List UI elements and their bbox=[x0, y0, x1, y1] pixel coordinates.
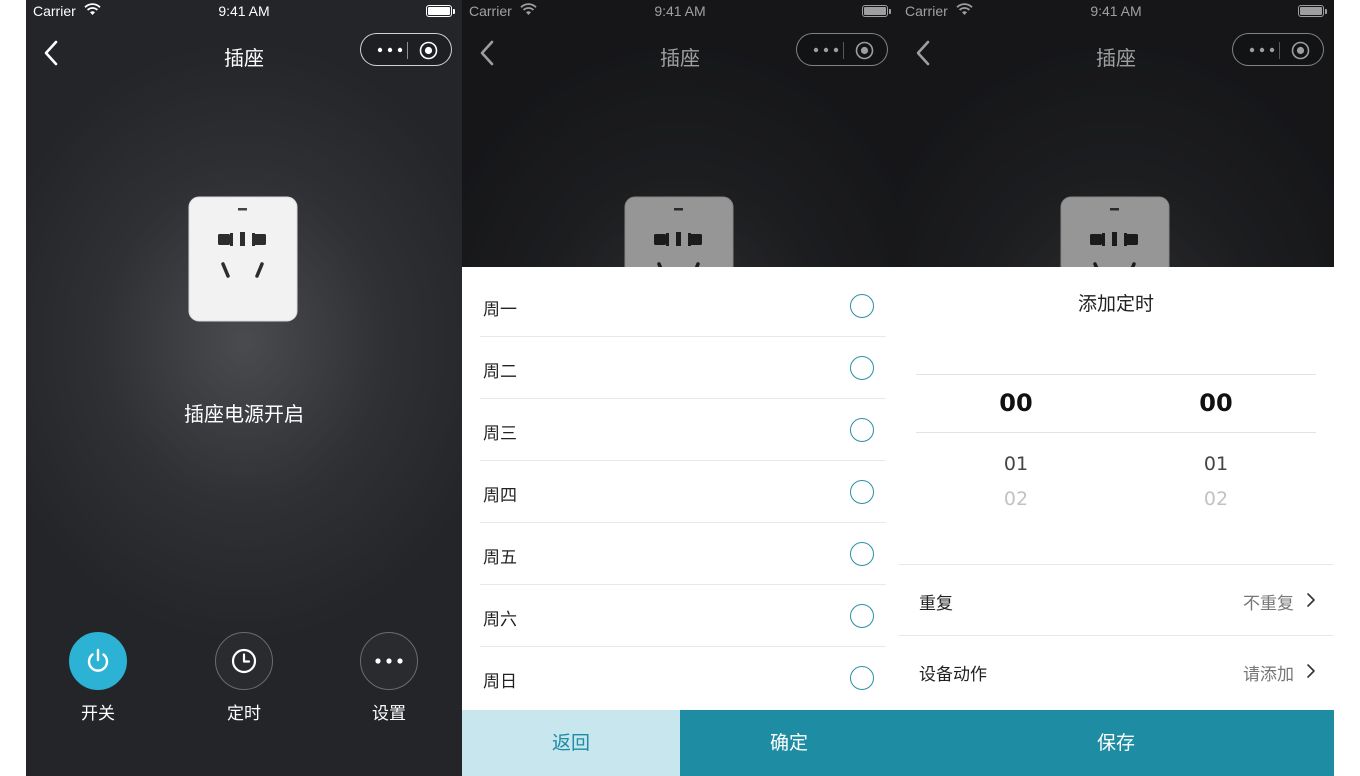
repeat-value: 不重复 bbox=[1243, 594, 1294, 614]
hour-option[interactable]: 02 bbox=[966, 488, 1066, 510]
back-button[interactable]: 返回 bbox=[462, 710, 680, 776]
power-icon bbox=[87, 648, 109, 672]
day-row-mon[interactable]: 周一 bbox=[480, 275, 886, 337]
minute-option[interactable]: 02 bbox=[1166, 488, 1266, 510]
clock-time: 9:41 AM bbox=[218, 3, 270, 19]
add-timer-sheet: 添加定时 00 01 02 00 01 02 重复 不重复 设备动作 请添加 保… bbox=[898, 267, 1334, 776]
repeat-row[interactable]: 重复 不重复 bbox=[898, 564, 1334, 635]
capsule-divider bbox=[407, 42, 408, 59]
save-button[interactable]: 保存 bbox=[898, 710, 1334, 776]
add-timer-screen: Carrier 9:41 AM 插座 添加定时 00 01 02 00 01 0… bbox=[898, 0, 1334, 776]
day-label: 周二 bbox=[483, 362, 517, 382]
chevron-right-icon bbox=[1307, 593, 1315, 607]
day-radio[interactable] bbox=[850, 604, 874, 628]
day-radio[interactable] bbox=[850, 666, 874, 690]
settings-button[interactable] bbox=[360, 632, 418, 690]
repeat-label: 重复 bbox=[919, 594, 953, 614]
day-label: 周三 bbox=[483, 424, 517, 444]
timer-button[interactable] bbox=[215, 632, 273, 690]
repeat-day-sheet: 周一 周二 周三 周四 周五 周六 周日 返回 确定 bbox=[462, 267, 898, 776]
power-button[interactable] bbox=[69, 632, 127, 690]
timer-control[interactable]: 定时 bbox=[189, 632, 299, 724]
day-radio[interactable] bbox=[850, 294, 874, 318]
sheet-title: 添加定时 bbox=[1077, 293, 1154, 315]
day-radio[interactable] bbox=[850, 356, 874, 380]
day-radio[interactable] bbox=[850, 480, 874, 504]
minute-option[interactable]: 01 bbox=[1166, 453, 1266, 475]
power-status-text: 插座电源开启 bbox=[184, 402, 304, 426]
day-row-fri[interactable]: 周五 bbox=[480, 523, 886, 585]
hour-option[interactable]: 01 bbox=[966, 453, 1066, 475]
battery-icon bbox=[426, 5, 455, 17]
day-row-sun[interactable]: 周日 bbox=[480, 647, 886, 709]
day-label: 周一 bbox=[483, 300, 517, 320]
day-radio[interactable] bbox=[850, 418, 874, 442]
day-row-sat[interactable]: 周六 bbox=[480, 585, 886, 647]
day-row-tue[interactable]: 周二 bbox=[480, 337, 886, 399]
clock-icon bbox=[231, 648, 257, 674]
close-target-icon[interactable] bbox=[419, 41, 438, 60]
day-row-thu[interactable]: 周四 bbox=[480, 461, 886, 523]
device-action-value: 请添加 bbox=[1243, 665, 1294, 685]
repeat-select-screen: Carrier 9:41 AM 插座 周一 周二 周三 周四 周五 周六 周日 … bbox=[462, 0, 898, 776]
device-action-label: 设备动作 bbox=[919, 665, 987, 685]
socket-image bbox=[188, 196, 298, 322]
chevron-right-icon bbox=[1307, 664, 1315, 678]
settings-label: 设置 bbox=[372, 704, 406, 724]
more-icon bbox=[375, 658, 403, 664]
picker-top-line bbox=[916, 374, 1316, 375]
nav-bar: 插座 bbox=[26, 28, 462, 80]
day-label: 周日 bbox=[483, 672, 517, 692]
day-label: 周六 bbox=[483, 610, 517, 630]
device-action-row[interactable]: 设备动作 请添加 bbox=[898, 635, 1334, 706]
socket-main-screen: Carrier 9:41 AM 插座 插座电源开启 开关 定时 设置 bbox=[26, 0, 462, 776]
day-label: 周四 bbox=[483, 486, 517, 506]
timer-label: 定时 bbox=[227, 704, 261, 724]
day-radio[interactable] bbox=[850, 542, 874, 566]
status-bar: Carrier 9:41 AM bbox=[26, 0, 462, 24]
minute-selected[interactable]: 00 bbox=[1166, 389, 1266, 417]
picker-bottom-line bbox=[916, 432, 1316, 433]
more-dots-icon[interactable] bbox=[375, 44, 405, 56]
hour-selected[interactable]: 00 bbox=[966, 389, 1066, 417]
day-label: 周五 bbox=[483, 548, 517, 568]
confirm-button[interactable]: 确定 bbox=[680, 710, 898, 776]
settings-control[interactable]: 设置 bbox=[334, 632, 444, 724]
power-control[interactable]: 开关 bbox=[43, 632, 153, 724]
power-label: 开关 bbox=[81, 704, 115, 724]
sheet-button-bar: 返回 确定 bbox=[462, 710, 898, 776]
mini-program-capsule bbox=[360, 33, 452, 66]
day-row-wed[interactable]: 周三 bbox=[480, 399, 886, 461]
